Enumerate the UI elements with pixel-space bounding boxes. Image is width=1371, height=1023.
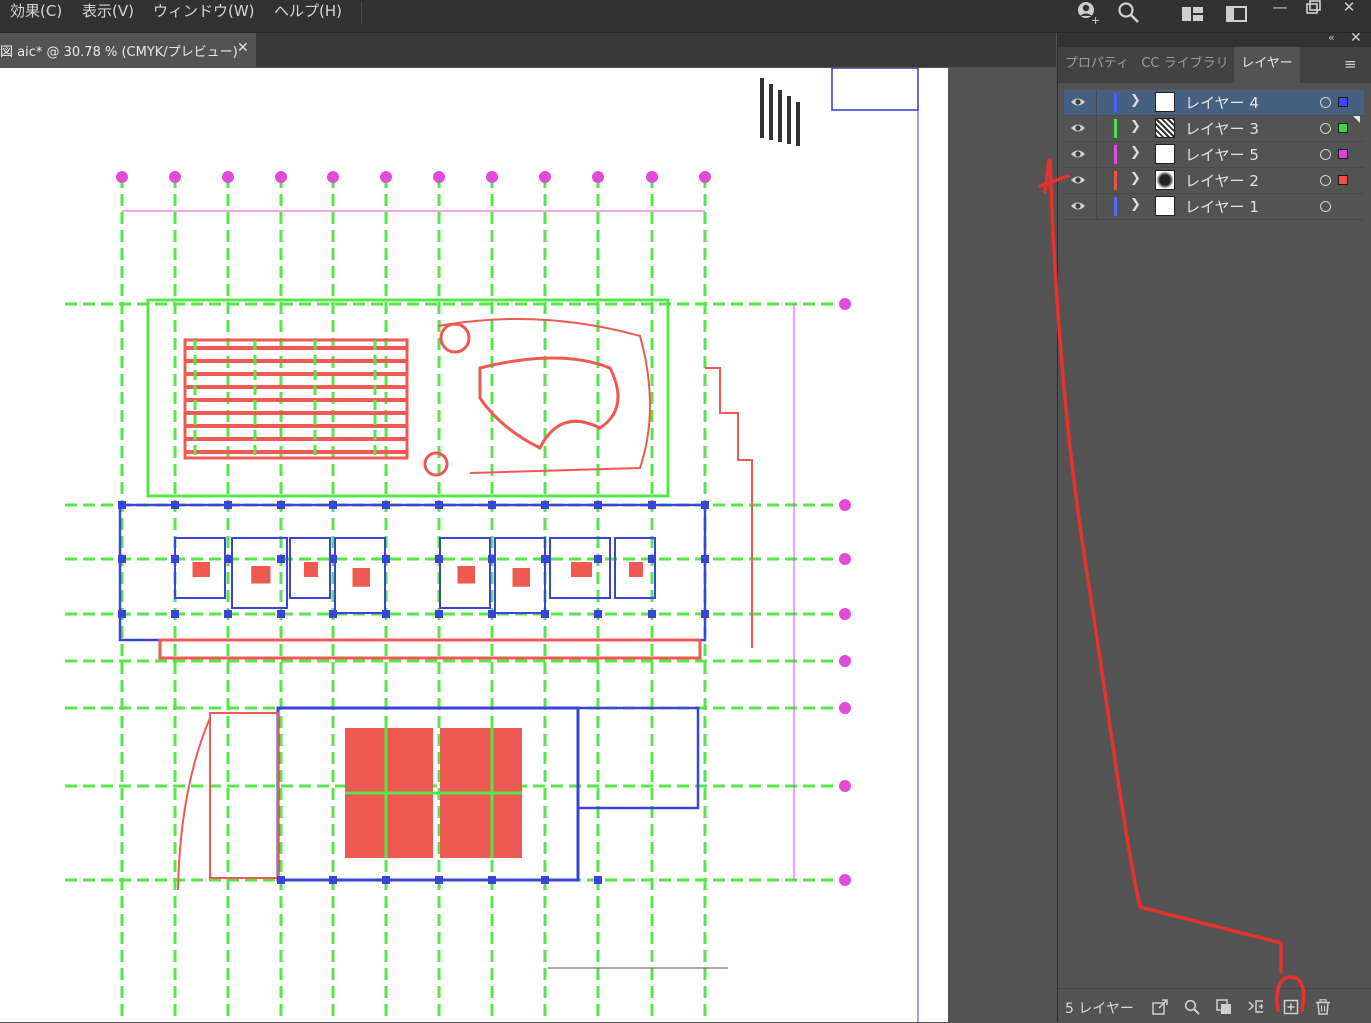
layer-thumbnail: [1155, 196, 1175, 216]
tab-layers[interactable]: レイヤー: [1234, 47, 1300, 83]
layer-name[interactable]: レイヤー 5: [1185, 144, 1259, 165]
menu-help[interactable]: ヘルプ(H): [274, 0, 342, 20]
account-add-icon[interactable]: +: [1075, 0, 1101, 26]
panel-header: « ✕: [1058, 30, 1371, 47]
menu-window[interactable]: ウィンドウ(W): [153, 0, 255, 20]
layer-row[interactable]: ❯ レイヤー 5: [1064, 142, 1364, 168]
panel-tabs: プロパティ CC ライブラリ レイヤー ≡: [1058, 47, 1371, 83]
restore-icon[interactable]: [1304, 0, 1324, 16]
tab-cc-libraries[interactable]: CC ライブラリ: [1136, 47, 1234, 83]
layer-row[interactable]: ❯ レイヤー 3: [1064, 116, 1364, 142]
search-icon[interactable]: [1117, 1, 1141, 25]
menu-bar: 効果(C) 表示(V) ウィンドウ(W) ヘルプ(H) + — ✕: [0, 0, 1371, 33]
layer-name[interactable]: レイヤー 2: [1185, 170, 1259, 191]
layer-color-bar: [1114, 197, 1117, 216]
layer-thumbnail: [1155, 170, 1175, 190]
layer-target-icon[interactable]: [1320, 97, 1331, 108]
row-divider: [1096, 194, 1097, 219]
layer-target-icon[interactable]: [1320, 175, 1331, 186]
expand-chevron-icon[interactable]: ❯: [1130, 145, 1141, 160]
layer-target-icon[interactable]: [1320, 149, 1331, 160]
trash-icon[interactable]: [1315, 999, 1331, 1015]
layer-thumbnail: [1155, 92, 1175, 112]
corner-indicator: [1353, 116, 1360, 123]
layer-color-bar: [1114, 145, 1117, 164]
row-divider: [1096, 168, 1097, 193]
layer-color-bar: [1114, 119, 1117, 138]
tab-properties[interactable]: プロパティ: [1058, 47, 1136, 83]
export-icon[interactable]: [1152, 999, 1168, 1015]
layer-name[interactable]: レイヤー 4: [1185, 92, 1259, 113]
artboard[interactable]: [0, 68, 948, 1022]
locate-object-icon[interactable]: [1184, 999, 1200, 1015]
panel-footer: 5 レイヤー: [1058, 988, 1371, 1023]
layers-panel: « ✕ プロパティ CC ライブラリ レイヤー ≡ ❯ レイヤー 4 ❯ レイヤー 3…: [1057, 30, 1371, 1023]
menu-effect[interactable]: 効果(C): [10, 0, 62, 20]
layer-target-icon[interactable]: [1320, 201, 1331, 212]
document-tab-bar: 図 aic* @ 30.78 % (CMYK/プレビュー) ✕: [0, 33, 1056, 67]
layer-target-icon[interactable]: [1320, 123, 1331, 134]
workspace-icon[interactable]: [1181, 4, 1205, 24]
layer-name[interactable]: レイヤー 3: [1185, 118, 1259, 139]
visibility-eye-icon[interactable]: [1070, 120, 1086, 136]
collapse-panel-icon[interactable]: «: [1328, 31, 1335, 44]
layer-color-bar: [1114, 171, 1117, 190]
layer-row[interactable]: ❯ レイヤー 4: [1064, 90, 1364, 116]
layer-thumbnail: [1155, 118, 1175, 138]
selection-indicator: [1338, 97, 1348, 107]
svg-text:+: +: [1091, 14, 1100, 26]
close-tab-icon[interactable]: ✕: [237, 40, 249, 56]
panel-layout-icon[interactable]: [1225, 4, 1249, 24]
document-tab-title: 図 aic* @ 30.78 % (CMYK/プレビュー): [0, 45, 238, 60]
layer-name[interactable]: レイヤー 1: [1185, 196, 1259, 217]
new-sublayer-icon[interactable]: [1247, 999, 1263, 1015]
close-panel-icon[interactable]: ✕: [1350, 30, 1362, 46]
close-window-icon[interactable]: ✕: [1337, 0, 1361, 16]
layer-row[interactable]: ❯ レイヤー 2: [1064, 168, 1364, 194]
menu-separator: [361, 2, 362, 24]
visibility-eye-icon[interactable]: [1070, 172, 1086, 188]
layer-list: ❯ レイヤー 4 ❯ レイヤー 3 ❯ レイヤー 5 ❯ レイヤー 2 ❯ レイヤー 1: [1064, 90, 1364, 220]
document-tab[interactable]: 図 aic* @ 30.78 % (CMYK/プレビュー) ✕: [0, 33, 256, 67]
row-divider: [1096, 90, 1097, 115]
row-divider: [1096, 142, 1097, 167]
row-divider: [1096, 116, 1097, 141]
clip-mask-icon[interactable]: [1216, 999, 1232, 1015]
selection-indicator: [1338, 123, 1348, 133]
layer-color-bar: [1114, 93, 1117, 112]
floor-plan-drawing: [65, 68, 919, 1022]
visibility-eye-icon[interactable]: [1070, 198, 1086, 214]
selection-indicator: [1338, 149, 1348, 159]
menu-view[interactable]: 表示(V): [82, 0, 134, 20]
expand-chevron-icon[interactable]: ❯: [1130, 119, 1141, 134]
visibility-eye-icon[interactable]: [1070, 94, 1086, 110]
panel-menu-icon[interactable]: ≡: [1344, 55, 1357, 73]
visibility-eye-icon[interactable]: [1070, 146, 1086, 162]
minimize-icon[interactable]: —: [1268, 0, 1292, 16]
expand-chevron-icon[interactable]: ❯: [1130, 197, 1141, 212]
layer-count: 5 レイヤー: [1065, 1001, 1134, 1017]
selection-indicator: [1338, 175, 1348, 185]
expand-chevron-icon[interactable]: ❯: [1130, 93, 1141, 108]
new-layer-icon[interactable]: [1283, 999, 1299, 1015]
layer-thumbnail: [1155, 144, 1175, 164]
canvas[interactable]: [0, 68, 1056, 1022]
expand-chevron-icon[interactable]: ❯: [1130, 171, 1141, 186]
layer-row[interactable]: ❯ レイヤー 1: [1064, 194, 1364, 220]
